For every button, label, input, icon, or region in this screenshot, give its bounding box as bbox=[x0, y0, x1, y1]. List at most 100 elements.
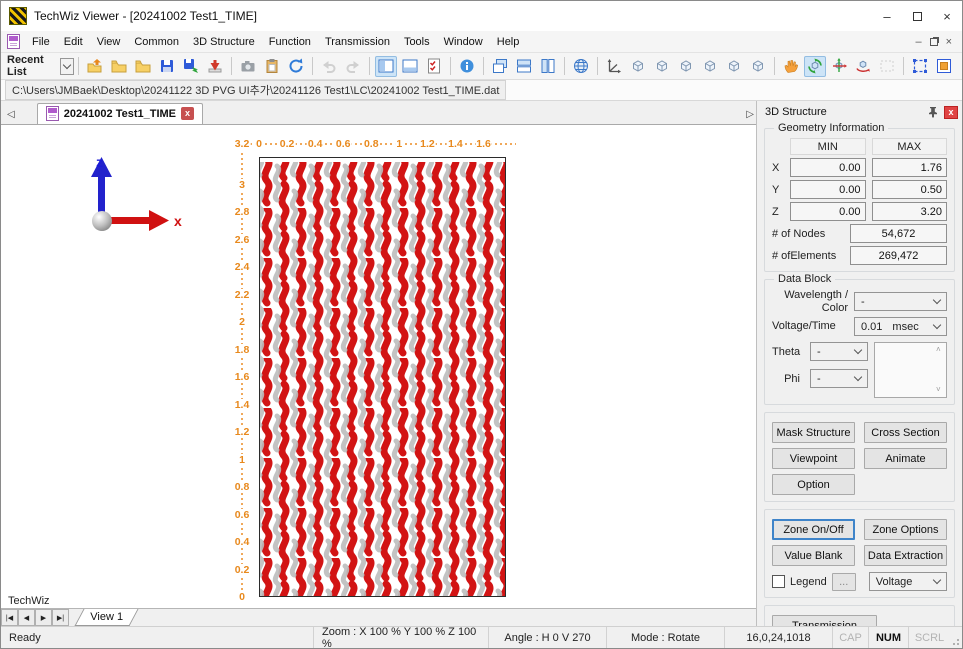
chevron-down-icon bbox=[854, 373, 862, 381]
menu-file[interactable]: File bbox=[25, 34, 57, 50]
tile-vertical-button[interactable] bbox=[537, 56, 559, 77]
save-sync-button[interactable] bbox=[180, 56, 202, 77]
cube-left-button[interactable] bbox=[699, 56, 721, 77]
zoom-all-button[interactable] bbox=[909, 56, 931, 77]
tab-close-button[interactable]: x bbox=[181, 107, 194, 120]
mask-structure-button[interactable]: Mask Structure bbox=[772, 422, 855, 443]
capture-button[interactable] bbox=[237, 56, 259, 77]
folder-open-icon bbox=[111, 58, 127, 74]
toolbar-separator bbox=[564, 57, 565, 75]
open-project-button[interactable] bbox=[84, 56, 106, 77]
tile-horizontal-button[interactable] bbox=[513, 56, 535, 77]
cube-right-icon bbox=[726, 58, 742, 74]
view-tools-group: Mask Structure Cross Section Viewpoint A… bbox=[764, 412, 955, 502]
cube-back-button[interactable] bbox=[675, 56, 697, 77]
menu-transmission[interactable]: Transmission bbox=[318, 34, 397, 50]
value-blank-button[interactable]: Value Blank bbox=[772, 545, 855, 566]
close-button[interactable]: × bbox=[932, 2, 962, 30]
axis-xyz-button[interactable] bbox=[603, 56, 625, 77]
toolbar-separator bbox=[903, 57, 904, 75]
undo-icon bbox=[321, 58, 337, 74]
menu-window[interactable]: Window bbox=[437, 34, 490, 50]
phi-select[interactable]: - bbox=[810, 369, 868, 388]
view-nav-prev[interactable]: ◀ bbox=[18, 609, 35, 626]
info-button[interactable] bbox=[456, 56, 478, 77]
option-button[interactable]: Option bbox=[772, 474, 855, 495]
cube-right-button[interactable] bbox=[723, 56, 745, 77]
techwiz-watermark: TechWiz bbox=[8, 595, 50, 607]
zoom-window-button[interactable] bbox=[933, 56, 955, 77]
transmission-button[interactable]: Transmission bbox=[772, 615, 877, 626]
mdi-close-button[interactable]: × bbox=[946, 36, 952, 48]
tab-scroll-left[interactable]: ◁ bbox=[1, 109, 19, 124]
cube-top-button[interactable] bbox=[747, 56, 769, 77]
recent-list-dropdown[interactable] bbox=[60, 58, 74, 75]
document-tab[interactable]: 20241002 Test1_TIME x bbox=[37, 103, 203, 124]
menu-edit[interactable]: Edit bbox=[57, 34, 90, 50]
scroll-up-icon[interactable]: ˄ bbox=[936, 346, 944, 354]
view-nav-last[interactable]: ▶| bbox=[52, 609, 69, 626]
panel-left-button[interactable] bbox=[375, 56, 397, 77]
globe-button[interactable] bbox=[570, 56, 592, 77]
display-mode-select[interactable]: Voltage bbox=[869, 572, 947, 591]
wavelength-color-select[interactable]: - bbox=[854, 292, 947, 311]
tab-scroll-right[interactable]: ▷ bbox=[746, 109, 754, 120]
pan-hand-button[interactable] bbox=[780, 56, 802, 77]
menu-help[interactable]: Help bbox=[490, 34, 527, 50]
move-button[interactable] bbox=[828, 56, 850, 77]
spin-button[interactable] bbox=[852, 56, 874, 77]
pin-icon[interactable] bbox=[926, 105, 940, 119]
mdi-minimize-button[interactable]: – bbox=[915, 36, 921, 48]
refresh-button[interactable] bbox=[285, 56, 307, 77]
scroll-down-icon[interactable]: ˅ bbox=[936, 386, 944, 394]
minimize-button[interactable]: – bbox=[872, 2, 902, 30]
data-extraction-button[interactable]: Data Extraction bbox=[864, 545, 947, 566]
cube-front-button[interactable] bbox=[651, 56, 673, 77]
maximize-button[interactable] bbox=[902, 2, 932, 30]
v-ruler-label: 0.6 bbox=[234, 509, 251, 521]
folder-open-button[interactable] bbox=[108, 56, 130, 77]
3d-viewport-canvas[interactable]: z x 00.20.40.60.811.21.41.6 3.232.82.62.… bbox=[1, 125, 756, 608]
panel-console-button[interactable] bbox=[399, 56, 421, 77]
view-tab[interactable]: View 1 bbox=[74, 609, 138, 626]
zone-options-button[interactable]: Zone Options bbox=[864, 519, 947, 540]
checklist-button[interactable] bbox=[423, 56, 445, 77]
panel-close-button[interactable]: x bbox=[944, 106, 958, 119]
menu-common[interactable]: Common bbox=[127, 34, 186, 50]
pan-hand-icon bbox=[783, 58, 799, 74]
chevron-down-icon bbox=[63, 60, 71, 68]
panel-console-icon bbox=[402, 58, 418, 74]
dat-file-icon bbox=[46, 106, 59, 121]
view-nav-first[interactable]: |◀ bbox=[1, 609, 18, 626]
theta-select[interactable]: - bbox=[810, 342, 868, 361]
path-bar: C:\Users\JMBaek\Desktop\20241122 3D PVG … bbox=[1, 80, 962, 101]
chevron-down-icon bbox=[933, 576, 941, 584]
paste-button[interactable] bbox=[261, 56, 283, 77]
status-caps-lock: CAP bbox=[832, 627, 868, 648]
viewpoint-button[interactable]: Viewpoint bbox=[772, 448, 855, 469]
resize-grip[interactable] bbox=[950, 627, 962, 648]
menu-3d-structure[interactable]: 3D Structure bbox=[186, 34, 262, 50]
menu-tools[interactable]: Tools bbox=[397, 34, 437, 50]
animate-button[interactable]: Animate bbox=[864, 448, 947, 469]
cross-section-button[interactable]: Cross Section bbox=[864, 422, 947, 443]
cube-top-icon bbox=[750, 58, 766, 74]
legend-more-button[interactable]: ... bbox=[832, 573, 856, 591]
info-icon bbox=[459, 58, 475, 74]
view-nav-next[interactable]: ▶ bbox=[35, 609, 52, 626]
zone-onoff-button[interactable]: Zone On/Off bbox=[772, 519, 855, 540]
legend-checkbox[interactable] bbox=[772, 575, 785, 588]
cube-iso-button[interactable] bbox=[627, 56, 649, 77]
export-data-button[interactable] bbox=[204, 56, 226, 77]
mdi-restore-button[interactable] bbox=[930, 38, 938, 46]
save-button[interactable] bbox=[156, 56, 178, 77]
rotate-button[interactable] bbox=[804, 56, 826, 77]
folder-open-2-button[interactable] bbox=[132, 56, 154, 77]
menu-view[interactable]: View bbox=[90, 34, 128, 50]
cascade-windows-button[interactable] bbox=[489, 56, 511, 77]
menu-function[interactable]: Function bbox=[262, 34, 318, 50]
file-path: C:\Users\JMBaek\Desktop\20241122 3D PVG … bbox=[5, 80, 506, 100]
voltage-time-select[interactable]: 0.01 msec bbox=[854, 317, 947, 336]
angle-listbox[interactable]: ˄ ˅ bbox=[874, 342, 947, 398]
move-icon bbox=[831, 58, 847, 74]
